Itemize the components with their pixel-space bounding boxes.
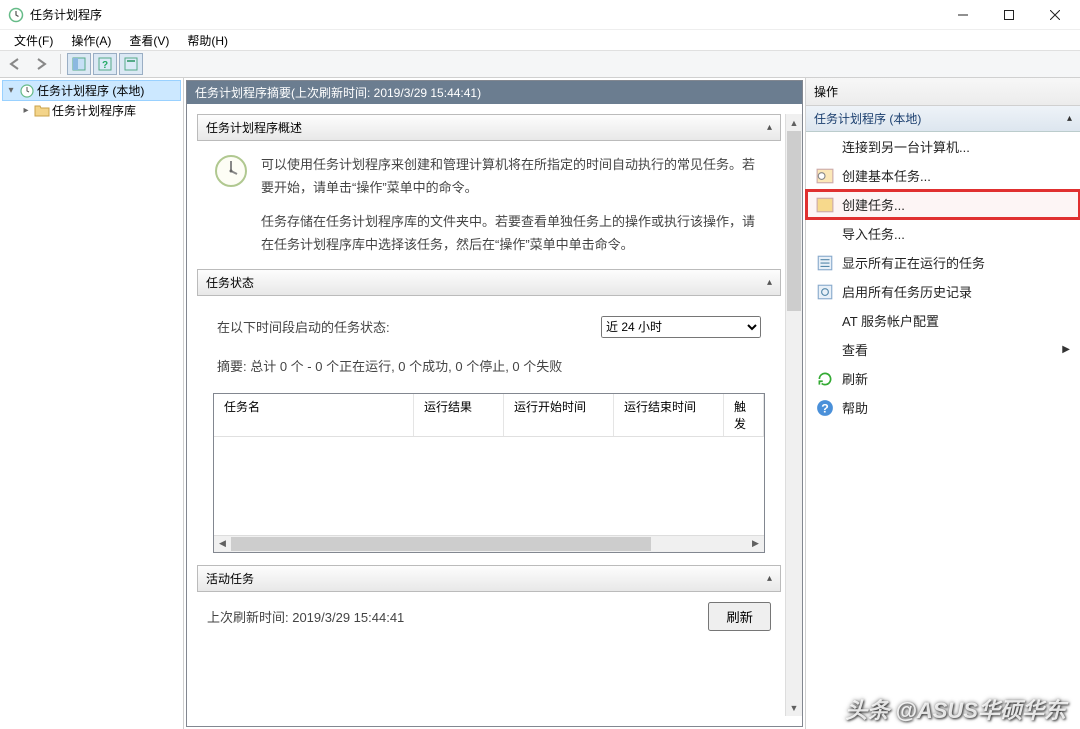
status-period-select[interactable]: 近 24 小时 [601,316,761,338]
center-pane: 任务计划程序摘要(上次刷新时间: 2019/3/29 15:44:41) 任务计… [184,78,805,729]
col-end[interactable]: 运行结束时间 [614,394,724,436]
tree-root-label: 任务计划程序 (本地) [37,82,144,99]
overview-p1: 可以使用任务计划程序来创建和管理计算机将在所指定的时间自动执行的常见任务。若要开… [261,153,765,200]
scope-button[interactable] [67,53,91,75]
menu-help[interactable]: 帮助(H) [179,30,236,51]
action-view[interactable]: 查看 ▶ [806,335,1080,364]
help-icon: ? [816,399,834,417]
history-icon [816,283,834,301]
table-body [214,437,764,535]
tree-library-label: 任务计划程序库 [52,102,136,119]
computer-icon [816,138,834,156]
menu-action[interactable]: 操作(A) [63,30,119,51]
status-period-label: 在以下时间段启动的任务状态: [217,317,390,336]
actions-pane: 操作 任务计划程序 (本地) ▴ 连接到另一台计算机... 创建基本任务... … [805,78,1080,729]
overview-p2: 任务存储在任务计划程序库的文件夹中。若要查看单独任务上的操作或执行该操作，请在任… [261,210,765,257]
scroll-right-icon[interactable]: ▶ [747,536,764,552]
status-title: 任务状态 [206,274,254,291]
submenu-arrow-icon: ▶ [1062,344,1070,355]
collapse-icon[interactable]: ▴ [767,277,772,288]
actions-group-label: 任务计划程序 (本地) [814,110,921,127]
nav-back-button[interactable] [4,53,28,75]
properties-button[interactable] [119,53,143,75]
active-title: 活动任务 [206,570,254,587]
status-panel-header[interactable]: 任务状态 ▴ [197,269,781,296]
running-icon [816,254,834,272]
maximize-button[interactable] [986,0,1032,30]
menubar: 文件(F) 操作(A) 查看(V) 帮助(H) [0,30,1080,50]
refresh-icon [816,370,834,388]
action-create-basic[interactable]: 创建基本任务... [806,161,1080,190]
task-icon [816,196,834,214]
window-controls [940,0,1078,30]
scroll-left-icon[interactable]: ◀ [214,536,231,552]
menu-file[interactable]: 文件(F) [6,30,61,51]
menu-view[interactable]: 查看(V) [121,30,177,51]
svg-text:?: ? [821,401,829,415]
action-refresh[interactable]: 刷新 [806,364,1080,393]
action-help[interactable]: ? 帮助 [806,393,1080,422]
toolbar-separator [60,54,61,74]
active-panel-header[interactable]: 活动任务 ▴ [197,565,781,592]
overview-title: 任务计划程序概述 [206,119,302,136]
tree-toggle-icon[interactable]: ▾ [5,85,17,96]
clock-icon [19,83,35,99]
status-summary: 摘要: 总计 0 个 - 0 个正在运行, 0 个成功, 0 个停止, 0 个失… [213,352,765,379]
task-basic-icon [816,167,834,185]
status-table: 任务名 运行结果 运行开始时间 运行结束时间 触发 ◀ [213,393,765,553]
vertical-scrollbar[interactable]: ▲ ▼ [785,114,802,716]
refresh-button[interactable]: 刷新 [708,602,771,631]
titlebar: 任务计划程序 [0,0,1080,30]
col-result[interactable]: 运行结果 [414,394,504,436]
collapse-icon[interactable]: ▴ [767,122,772,133]
window-title: 任务计划程序 [30,6,940,23]
import-icon [816,225,834,243]
content-area: 任务计划程序摘要(上次刷新时间: 2019/3/29 15:44:41) 任务计… [184,78,1080,729]
actions-header: 操作 [806,78,1080,106]
col-start[interactable]: 运行开始时间 [504,394,614,436]
summary-header: 任务计划程序摘要(上次刷新时间: 2019/3/29 15:44:41) [187,81,802,104]
view-icon [816,341,834,359]
actions-group-header[interactable]: 任务计划程序 (本地) ▴ [806,106,1080,132]
app-clock-icon [8,7,24,23]
nav-forward-button[interactable] [30,53,54,75]
action-enable-history[interactable]: 启用所有任务历史记录 [806,277,1080,306]
action-at-service[interactable]: AT 服务帐户配置 [806,306,1080,335]
action-show-running[interactable]: 显示所有正在运行的任务 [806,248,1080,277]
collapse-icon[interactable]: ▴ [1067,113,1072,124]
account-icon [816,312,834,330]
main-area: ▾ 任务计划程序 (本地) ▸ 任务计划程序库 任务计划程序摘要(上次刷新时间:… [0,78,1080,729]
svg-text:?: ? [102,60,108,71]
clock-large-icon [213,153,249,189]
toolbar: ? [0,50,1080,78]
action-create-task[interactable]: 创建任务... [806,190,1080,219]
last-refresh-time: 上次刷新时间: 2019/3/29 15:44:41 [207,607,404,626]
scroll-down-icon[interactable]: ▼ [786,699,802,716]
overview-panel-header[interactable]: 任务计划程序概述 ▴ [197,114,781,141]
tree-root[interactable]: ▾ 任务计划程序 (本地) [2,80,181,101]
action-connect[interactable]: 连接到另一台计算机... [806,132,1080,161]
action-import[interactable]: 导入任务... [806,219,1080,248]
tree-library[interactable]: ▸ 任务计划程序库 [2,101,181,120]
minimize-button[interactable] [940,0,986,30]
collapse-icon[interactable]: ▴ [767,573,772,584]
folder-icon [34,103,50,119]
tree-toggle-icon[interactable]: ▸ [20,105,32,116]
help-toolbar-button[interactable]: ? [93,53,117,75]
scroll-up-icon[interactable]: ▲ [786,114,802,131]
horizontal-scrollbar[interactable]: ◀ ▶ [214,535,764,552]
col-name[interactable]: 任务名 [214,394,414,436]
scroll-thumb[interactable] [231,537,651,551]
col-trigger[interactable]: 触发 [724,394,764,436]
scroll-thumb[interactable] [787,131,801,311]
tree-pane: ▾ 任务计划程序 (本地) ▸ 任务计划程序库 [0,78,184,729]
close-button[interactable] [1032,0,1078,30]
